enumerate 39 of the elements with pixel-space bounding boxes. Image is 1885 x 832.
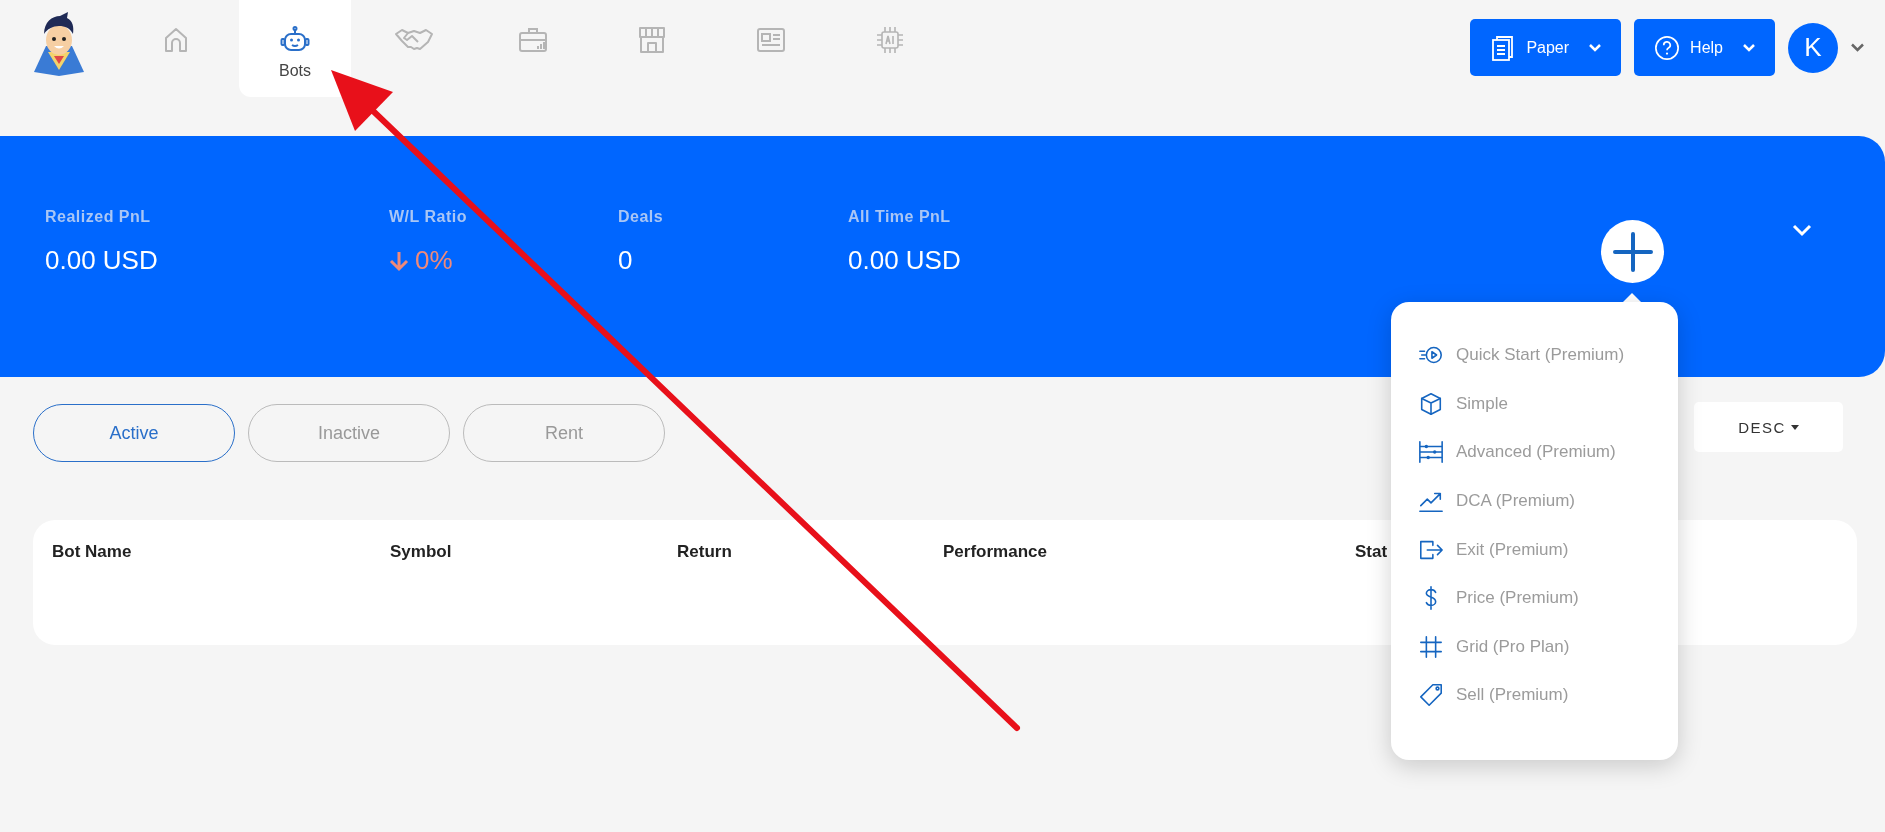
- menu-item[interactable]: Advanced (Premium): [1391, 428, 1678, 477]
- chevron-down-icon[interactable]: [1851, 43, 1864, 52]
- stat-label: Deals: [618, 208, 665, 226]
- account-mode-button[interactable]: Paper: [1470, 19, 1622, 76]
- stat-value: 0: [618, 245, 633, 276]
- column-header: Performance: [943, 542, 1047, 562]
- plus-icon: [1611, 230, 1654, 273]
- grid-icon: [1418, 633, 1444, 660]
- help-button[interactable]: Help: [1634, 19, 1775, 76]
- help-icon: [1654, 33, 1681, 62]
- column-header: Return: [677, 542, 732, 562]
- menu-item[interactable]: Grid (Pro Plan): [1391, 622, 1678, 672]
- stat-value: 0.00 USD: [45, 245, 158, 276]
- column-header: Symbol: [390, 542, 452, 562]
- menu-item[interactable]: Price (Premium): [1391, 573, 1678, 623]
- column-header: Bot Name: [52, 542, 132, 562]
- menu-item[interactable]: Exit (Premium): [1391, 525, 1678, 574]
- caret-icon: [1790, 424, 1799, 430]
- chevron-down-icon: [1589, 43, 1602, 52]
- nav-label: Bots: [279, 62, 311, 80]
- sliders-icon: [1418, 439, 1444, 466]
- user-avatar[interactable]: K: [1788, 22, 1838, 73]
- stat-label: Realized PnL: [45, 208, 152, 226]
- column-header: Stat: [1355, 542, 1388, 562]
- menu-item[interactable]: DCA (Premium): [1391, 476, 1678, 526]
- nav-tab[interactable]: Bots: [239, 0, 351, 97]
- stat-label: W/L Ratio: [389, 208, 468, 226]
- menu-item[interactable]: Quick Start (Premium): [1391, 331, 1678, 380]
- ai-chip-icon: [874, 24, 906, 56]
- cube-icon: [1418, 390, 1444, 417]
- price-tag-icon: [1418, 682, 1444, 709]
- menu-item[interactable]: Sell (Premium): [1391, 671, 1678, 720]
- sort-order-dropdown[interactable]: DESC: [1694, 402, 1843, 452]
- stat-label: All Time PnL: [848, 208, 952, 226]
- chevron-down-icon: [1743, 43, 1755, 52]
- menu-item[interactable]: Simple: [1391, 379, 1678, 429]
- stat-value: 0.00 USD: [848, 245, 961, 276]
- store-icon: [636, 24, 668, 56]
- stat-value: 0%: [415, 245, 453, 276]
